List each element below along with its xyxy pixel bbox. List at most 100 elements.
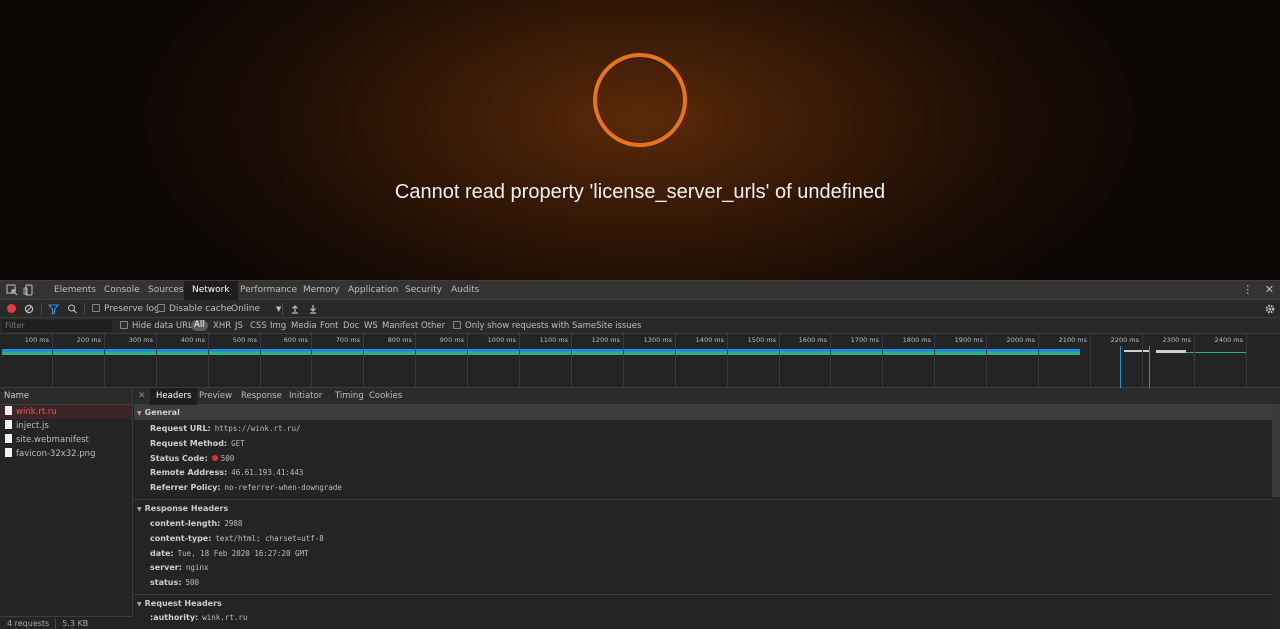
dom-content-loaded-marker: [1120, 346, 1121, 388]
header-row: content-type: text/html; charset=utf-8: [150, 533, 324, 543]
throttling-select[interactable]: Online ▼: [231, 300, 281, 318]
filter-type-img[interactable]: Img: [270, 318, 286, 334]
header-row: content-length: 2988: [150, 518, 243, 528]
loading-spinner: [593, 53, 687, 147]
filter-type-all[interactable]: All: [191, 320, 208, 331]
hide-data-urls-checkbox[interactable]: Hide data URLs: [120, 318, 197, 334]
general-section-header[interactable]: ▼ General: [134, 405, 1272, 420]
timeline-gridline: [311, 334, 312, 388]
timeline-tick-label: 1700 ms: [850, 336, 879, 344]
detail-tabbar: ✕ Headers Preview Response Initiator Tim…: [134, 388, 1280, 405]
tab-preview[interactable]: Preview: [193, 388, 238, 405]
header-row: Status Code: 500: [150, 453, 235, 463]
filter-type-js[interactable]: JS: [235, 318, 243, 334]
timeline-gridline: [1246, 334, 1247, 388]
devtools-tabbar: Elements Console Sources Network Perform…: [0, 281, 1280, 300]
timeline-gridline: [675, 334, 676, 388]
device-toolbar-icon[interactable]: [23, 284, 35, 296]
tab-audits[interactable]: Audits: [443, 281, 487, 300]
header-row: :authority: wink.rt.ru: [150, 612, 248, 622]
samesite-checkbox[interactable]: Only show requests with SameSite issues: [453, 318, 641, 334]
request-waterfall-bar: [1156, 350, 1186, 353]
timeline-tick-label: 500 ms: [232, 336, 257, 344]
request-row[interactable]: site.webmanifest: [0, 433, 132, 447]
request-row[interactable]: wink.rt.ru: [0, 405, 132, 419]
settings-gear-icon[interactable]: [1264, 301, 1276, 319]
response-headers-section-header[interactable]: ▼ Response Headers: [134, 501, 1272, 516]
checkbox-box: [120, 321, 128, 329]
clear-icon[interactable]: [24, 301, 34, 319]
tab-response[interactable]: Response: [235, 388, 288, 405]
timeline-tick-label: 1100 ms: [539, 336, 568, 344]
close-devtools-icon[interactable]: ✕: [1265, 283, 1274, 296]
timeline-gridline: [1142, 334, 1143, 388]
tab-headers[interactable]: Headers: [150, 388, 198, 405]
filter-icon[interactable]: [47, 301, 60, 319]
timeline-tick-label: 1600 ms: [798, 336, 827, 344]
filter-type-doc[interactable]: Doc: [343, 318, 359, 334]
tab-network[interactable]: Network: [184, 281, 238, 300]
timeline-gridline: [623, 334, 624, 388]
disable-cache-checkbox[interactable]: Disable cache: [157, 300, 232, 318]
close-detail-icon[interactable]: ✕: [138, 388, 146, 405]
samesite-label: Only show requests with SameSite issues: [465, 321, 642, 331]
timeline-tick-label: 1200 ms: [591, 336, 620, 344]
more-options-icon[interactable]: ⋮: [1242, 283, 1253, 296]
filter-bar: Filter Hide data URLs All XHR JS CSS Img…: [0, 318, 1280, 334]
tab-cookies[interactable]: Cookies: [363, 388, 408, 405]
disable-cache-label: Disable cache: [169, 304, 232, 314]
record-icon[interactable]: [7, 304, 16, 313]
filter-type-css[interactable]: CSS: [250, 318, 267, 334]
inspect-element-icon[interactable]: [6, 284, 18, 296]
tab-initiator[interactable]: Initiator: [283, 388, 328, 405]
timeline-tick-label: 1800 ms: [902, 336, 931, 344]
document-icon: [5, 434, 12, 443]
request-waterfall-bar: [2, 349, 1080, 355]
name-column-header[interactable]: Name: [0, 388, 132, 405]
filter-type-xhr[interactable]: XHR: [213, 318, 231, 334]
preserve-log-checkbox[interactable]: Preserve log: [92, 300, 160, 318]
request-headers-section-header[interactable]: ▼ Request Headers: [134, 596, 1272, 611]
response-headers-section: content-length: 2988 content-type: text/ht…: [134, 516, 1272, 591]
export-har-icon[interactable]: [308, 301, 318, 319]
timeline-tick-label: 1000 ms: [487, 336, 516, 344]
document-icon: [5, 448, 12, 457]
timeline-gridline: [104, 334, 105, 388]
filter-type-manifest[interactable]: Manifest: [382, 318, 418, 334]
search-icon[interactable]: [67, 301, 78, 319]
timeline-tick-label: 1900 ms: [954, 336, 983, 344]
filter-type-media[interactable]: Media: [291, 318, 317, 334]
timeline-gridline: [1194, 334, 1195, 388]
filter-input[interactable]: Filter: [2, 320, 112, 332]
import-har-icon[interactable]: [290, 301, 300, 319]
timeline-tick-label: 800 ms: [387, 336, 412, 344]
document-icon: [5, 420, 12, 429]
checkbox-box: [453, 321, 461, 329]
scrollbar-thumb[interactable]: [1272, 405, 1280, 497]
timeline-gridline: [1090, 334, 1091, 388]
general-section: Request URL: https://wink.rt.ru/ Request …: [134, 420, 1272, 496]
timeline-gridline: [260, 334, 261, 388]
timeline-gridline: [882, 334, 883, 388]
filter-type-other[interactable]: Other: [421, 318, 445, 334]
timeline-gridline: [363, 334, 364, 388]
request-row[interactable]: inject.js: [0, 419, 132, 433]
devtools-panel: Elements Console Sources Network Perform…: [0, 280, 1280, 629]
header-row: Request URL: https://wink.rt.ru/: [150, 424, 301, 433]
timeline-tick-label: 1400 ms: [695, 336, 724, 344]
network-overview-timeline[interactable]: 100 ms 200 ms 300 ms 400 ms 500 ms 600 ms 700 …: [0, 334, 1280, 388]
timeline-tick-label: 2200 ms: [1110, 336, 1139, 344]
timeline-tick-label: 400 ms: [180, 336, 205, 344]
timeline-tick-label: 2100 ms: [1058, 336, 1087, 344]
timeline-tick-label: 2300 ms: [1162, 336, 1191, 344]
filter-type-ws[interactable]: WS: [364, 318, 378, 334]
network-status-bar: 4 requests5.3 KB transferred: [0, 616, 133, 629]
hide-data-urls-label: Hide data URLs: [132, 321, 198, 331]
request-row[interactable]: favicon-32x32.png: [0, 447, 132, 461]
request-waterfall-bar: [1124, 350, 1150, 352]
header-row: date: Tue, 18 Feb 2020 16:27:20 GMT: [150, 548, 309, 558]
network-toolbar: Preserve log Disable cache Online ▼: [0, 300, 1280, 318]
header-row: Remote Address: 46.61.193.41:443: [150, 468, 304, 478]
filter-type-font[interactable]: Font: [320, 318, 339, 334]
timeline-tick-label: 1300 ms: [643, 336, 672, 344]
